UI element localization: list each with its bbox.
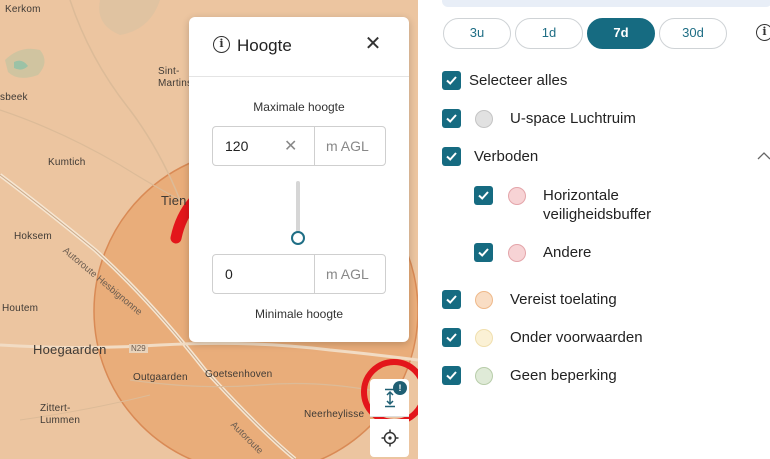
layer-color-dot [475,367,493,385]
popover-title: Hoogte [237,36,292,55]
layer-label: U-space Luchtruim [510,110,636,127]
height-slider-handle[interactable] [291,231,305,245]
layer-label: Horizontale [543,187,619,204]
map-place-label: Hoksem [14,231,52,242]
layer-color-dot [508,244,526,262]
layer-label-line2: veiligheidsbuffer [543,206,652,223]
time-filter-1d[interactable]: 1d [515,18,583,49]
layer-checkbox[interactable] [442,328,461,347]
layer-checkbox[interactable] [474,186,493,205]
map-place-label: Kumtich [48,157,86,168]
locate-button[interactable] [370,419,409,457]
map-place-label: sbeek [0,92,28,103]
layer-label: Vereist toelating [510,291,617,308]
panel-top-strip [442,0,770,7]
layer-color-dot [475,110,493,128]
select-all-label: Selecteer alles [469,72,568,89]
time-filter-3u[interactable]: 3u [443,18,511,49]
layer-checkbox[interactable] [442,147,461,166]
close-icon[interactable]: ✕ [363,34,383,54]
crosshair-icon [381,429,398,447]
map-place-label: Houtem [2,303,39,314]
layer-group-label: Verboden [474,148,539,165]
info-icon[interactable]: i [756,24,770,41]
layer-panel: 3u 1d 7d 30d i Selecteer alles U-space L… [418,0,770,459]
layer-color-dot [475,291,493,309]
map-place-label: Kerkom [5,4,41,15]
info-icon[interactable]: i [213,36,230,53]
max-height-value[interactable]: 120 [225,138,248,154]
layer-color-dot [508,187,526,205]
layer-checkbox[interactable] [442,366,461,385]
max-height-field[interactable]: 120 ✕ m AGL [212,126,386,166]
time-filter-30d[interactable]: 30d [659,18,727,49]
popover-header: i Hoogte ✕ [189,17,409,77]
layer-checkbox[interactable] [474,243,493,262]
clear-icon[interactable]: ✕ [284,136,297,156]
map-place-label: Outgaarden [133,372,188,383]
min-height-field[interactable]: 0 m AGL [212,254,386,294]
select-all-checkbox[interactable] [442,71,461,90]
map-place-label: Tien [161,193,187,208]
alert-badge: ! [393,381,407,395]
layer-label: Onder voorwaarden [510,329,643,346]
min-height-unit: m AGL [326,266,369,282]
layer-checkbox[interactable] [442,109,461,128]
layer-color-dot [475,329,493,347]
min-height-value[interactable]: 0 [225,266,233,282]
time-filter-7d[interactable]: 7d [587,18,655,49]
map-place-label: Zittert-Lummen [40,403,81,426]
layer-checkbox[interactable] [442,290,461,309]
height-popover: i Hoogte ✕ Maximale hoogte 120 ✕ m AGL 0… [189,17,409,342]
chevron-up-icon[interactable] [757,151,770,160]
max-height-label: Maximale hoogte [253,100,345,114]
map-road-label: N29 [129,344,148,353]
max-height-unit: m AGL [326,138,369,154]
layer-label: Geen beperking [510,367,617,384]
map-place-label: Neerheylisse [304,409,365,420]
layer-label: Andere [543,244,592,261]
min-height-label: Minimale hoogte [254,307,344,321]
map-place-label: Goetsenhoven [205,369,273,380]
map-place-label: Hoegaarden [33,342,107,357]
